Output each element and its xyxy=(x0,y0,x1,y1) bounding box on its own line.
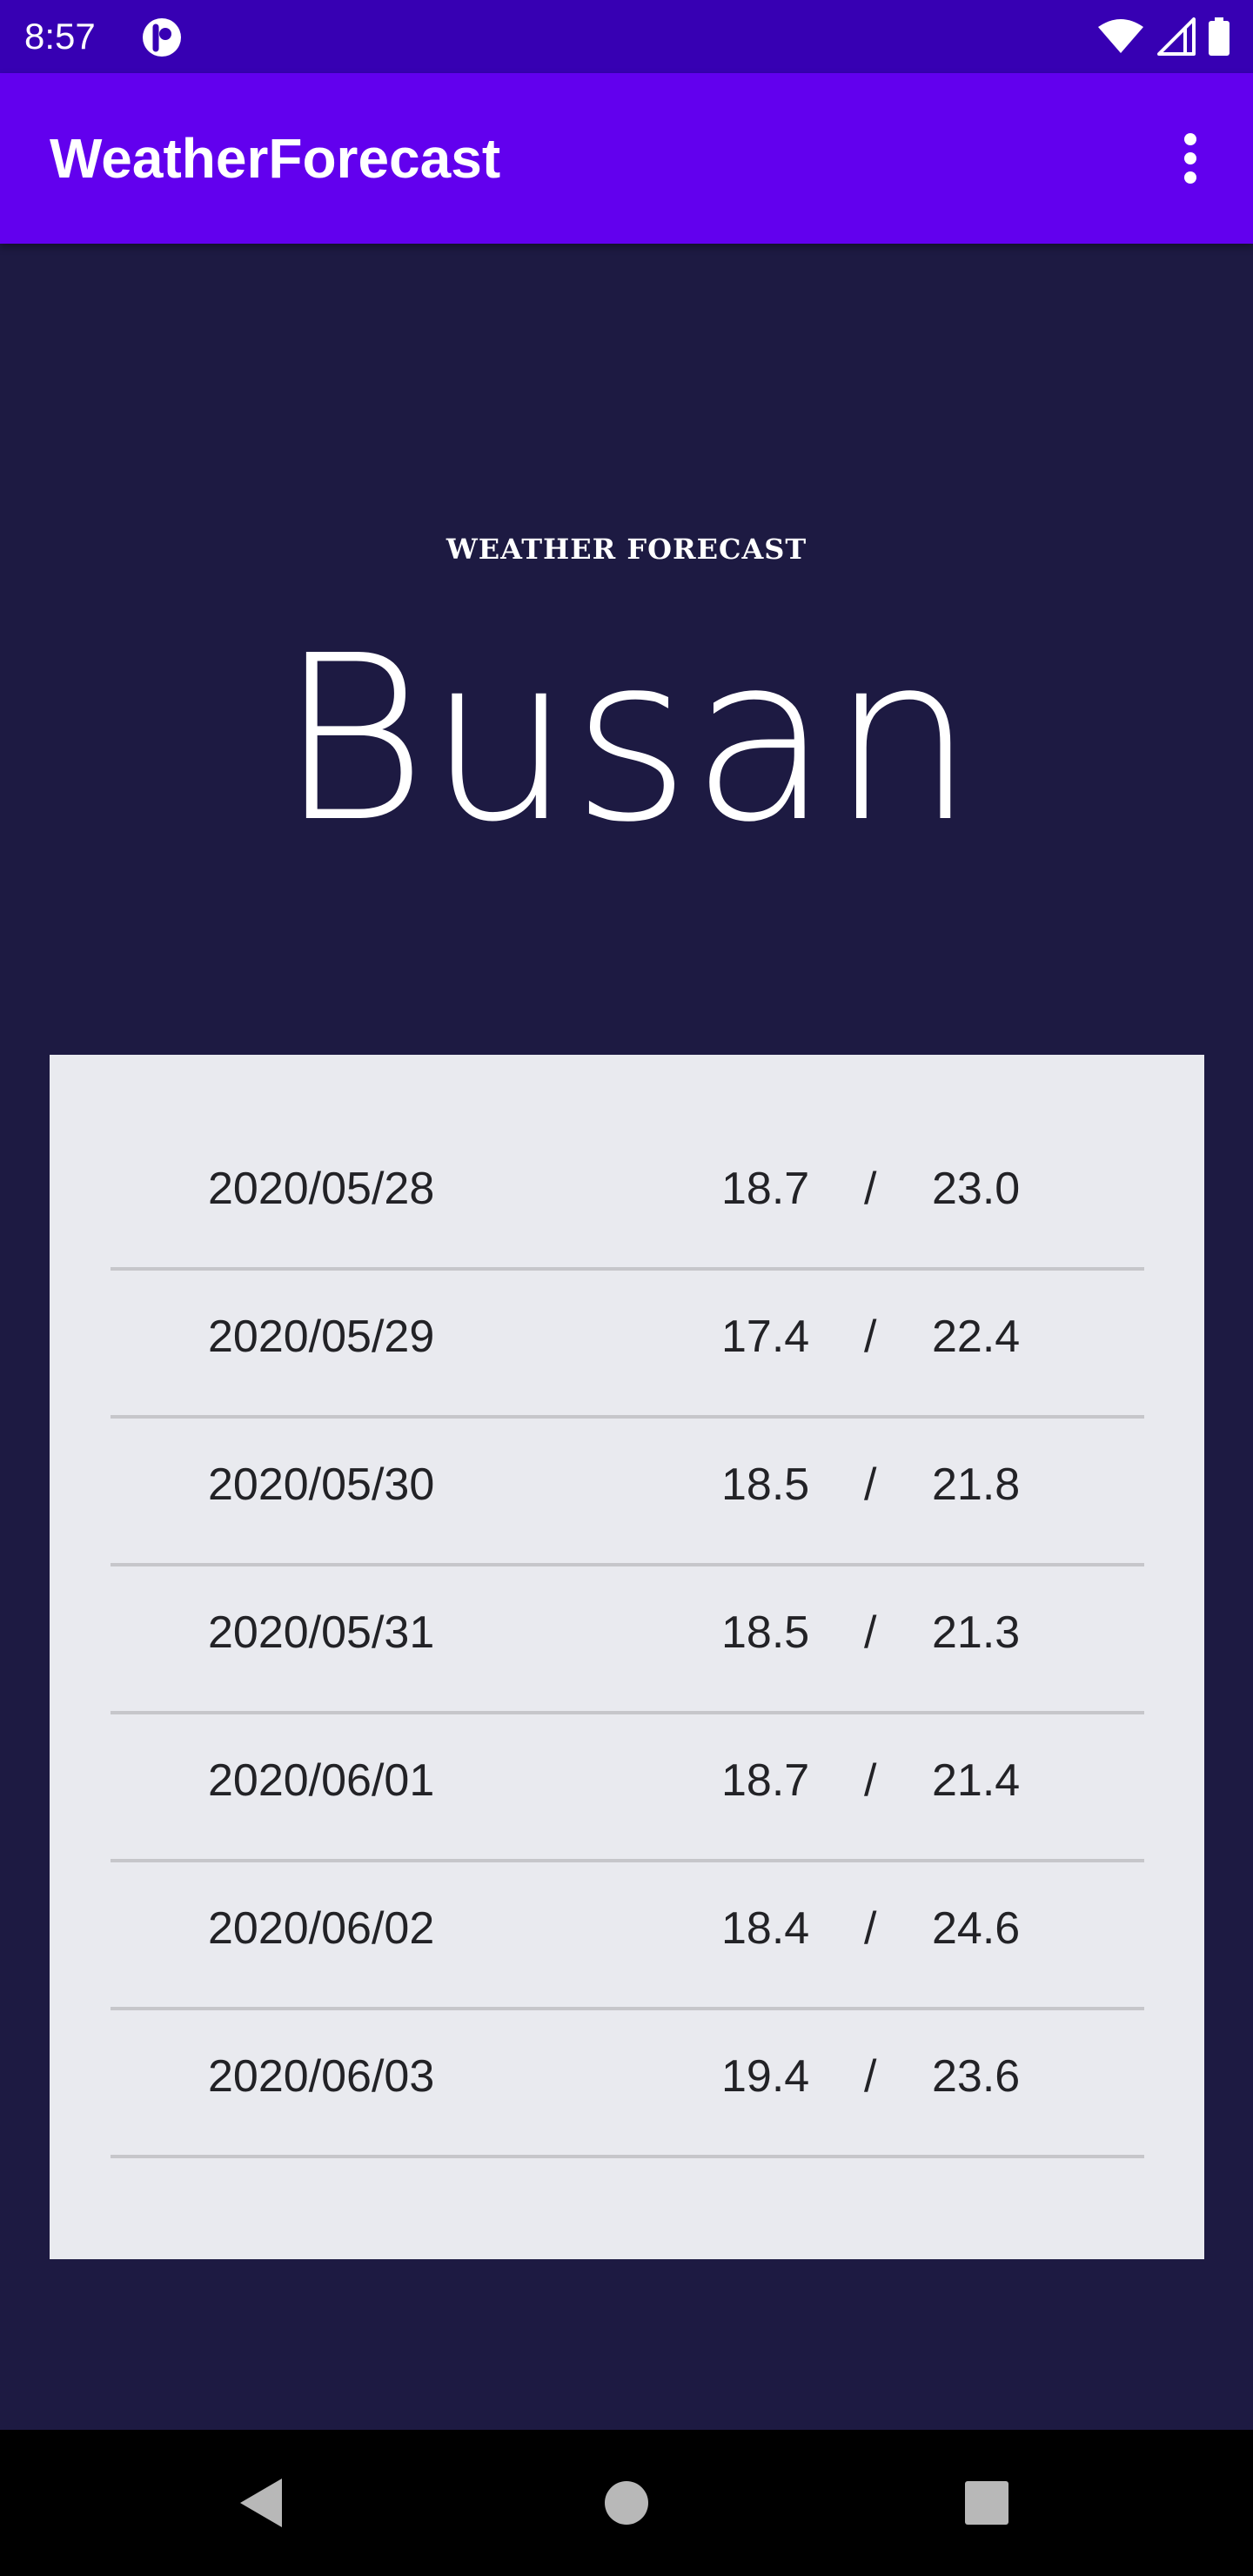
recents-icon xyxy=(965,2481,1008,2525)
app-notification-icon xyxy=(143,18,181,57)
forecast-high: 23.6 xyxy=(932,2051,1021,2102)
forecast-low: 18.7 xyxy=(721,1164,810,1214)
forecast-date: 2020/05/31 xyxy=(208,1607,435,1658)
navigation-bar xyxy=(0,2430,1253,2576)
app-title: WeatherForecast xyxy=(50,127,501,190)
forecast-low: 18.4 xyxy=(721,1903,810,1954)
forecast-separator: / xyxy=(864,1903,877,1954)
back-button[interactable] xyxy=(223,2465,299,2541)
forecast-row: 2020/06/03 19.4 / 23.6 xyxy=(111,2010,1144,2158)
forecast-row: 2020/05/29 17.4 / 22.4 xyxy=(111,1271,1144,1419)
forecast-separator: / xyxy=(864,1607,877,1658)
back-icon xyxy=(240,2479,282,2527)
more-options-button[interactable] xyxy=(1149,117,1232,200)
forecast-high: 24.6 xyxy=(932,1903,1021,1954)
forecast-card: 2020/05/28 18.7 / 23.0 2020/05/29 17.4 /… xyxy=(50,1055,1204,2259)
forecast-date: 2020/05/30 xyxy=(208,1459,435,1510)
home-icon xyxy=(605,2481,648,2525)
forecast-separator: / xyxy=(864,1755,877,1806)
home-button[interactable] xyxy=(588,2465,665,2541)
forecast-date: 2020/06/02 xyxy=(208,1903,435,1954)
forecast-list[interactable]: 2020/05/28 18.7 / 23.0 2020/05/29 17.4 /… xyxy=(111,1123,1144,2158)
forecast-row: 2020/06/01 18.7 / 21.4 xyxy=(111,1714,1144,1862)
forecast-low: 19.4 xyxy=(721,2051,810,2102)
status-time: 8:57 xyxy=(24,16,96,57)
wifi-icon xyxy=(1098,19,1143,53)
recents-button[interactable] xyxy=(948,2465,1025,2541)
forecast-row: 2020/05/30 18.5 / 21.8 xyxy=(111,1419,1144,1566)
status-bar: 8:57 xyxy=(0,0,1253,73)
forecast-row: 2020/06/02 18.4 / 24.6 xyxy=(111,1862,1144,2010)
app-bar: WeatherForecast xyxy=(0,73,1253,244)
status-icons xyxy=(1096,16,1230,57)
more-vert-icon xyxy=(1184,133,1196,184)
forecast-date: 2020/05/28 xyxy=(208,1164,435,1214)
forecast-low: 18.5 xyxy=(721,1459,810,1510)
forecast-separator: / xyxy=(864,1311,877,1362)
forecast-row: 2020/05/31 18.5 / 21.3 xyxy=(111,1566,1144,1714)
forecast-high: 21.3 xyxy=(932,1607,1021,1658)
forecast-separator: / xyxy=(864,1459,877,1510)
forecast-separator: / xyxy=(864,1164,877,1214)
battery-icon xyxy=(1209,17,1230,56)
forecast-row: 2020/05/28 18.7 / 23.0 xyxy=(111,1123,1144,1271)
forecast-date: 2020/06/01 xyxy=(208,1755,435,1806)
forecast-high: 23.0 xyxy=(932,1164,1021,1214)
forecast-separator: / xyxy=(864,2051,877,2102)
forecast-high: 22.4 xyxy=(932,1311,1021,1362)
city-name: Busan xyxy=(278,607,975,872)
forecast-high: 21.4 xyxy=(932,1755,1021,1806)
forecast-low: 17.4 xyxy=(721,1311,810,1362)
forecast-date: 2020/05/29 xyxy=(208,1311,435,1362)
forecast-subtitle: WEATHER FORECAST xyxy=(446,533,807,566)
forecast-date: 2020/06/03 xyxy=(208,2051,435,2102)
forecast-low: 18.5 xyxy=(721,1607,810,1658)
forecast-high: 21.8 xyxy=(932,1459,1021,1510)
forecast-low: 18.7 xyxy=(721,1755,810,1806)
cell-signal-icon xyxy=(1157,17,1196,56)
